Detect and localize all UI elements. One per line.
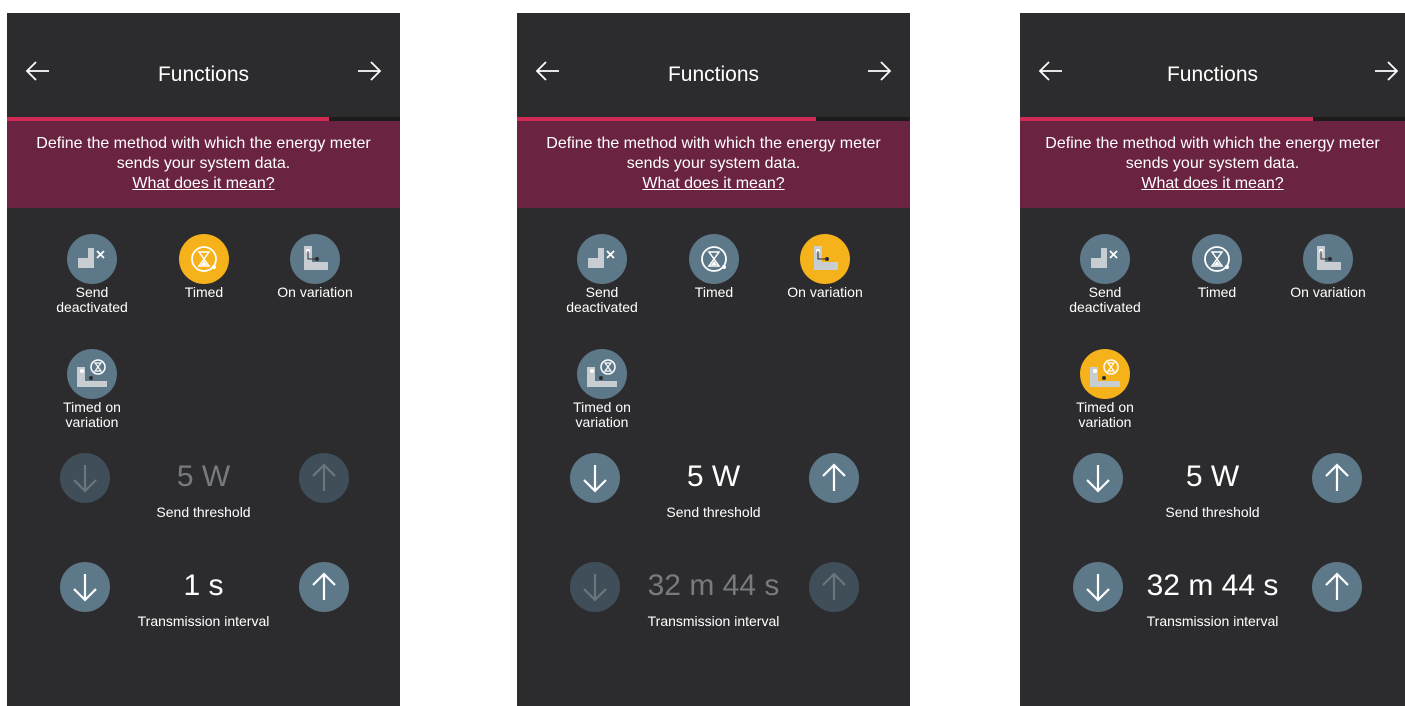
variation-step-icon xyxy=(290,234,340,284)
banner-text: Define the method with which the energy … xyxy=(546,135,881,172)
function-send-deactivated[interactable]: Send deactivated xyxy=(1050,234,1160,315)
timed-variation-icon xyxy=(1080,349,1130,399)
banner-text: Define the method with which the energy … xyxy=(1045,135,1380,172)
variation-step-icon xyxy=(800,234,850,284)
function-timed-on-variation[interactable]: Timed on variation xyxy=(547,349,657,430)
screen-timed: Functions Define the method with which t… xyxy=(7,13,400,706)
function-label: On variation xyxy=(277,284,353,300)
function-label: Timed on variation xyxy=(63,399,121,430)
threshold-label: Send threshold xyxy=(666,504,761,520)
threshold-increase-button[interactable] xyxy=(809,453,859,503)
what-does-it-mean-link[interactable]: What does it mean? xyxy=(642,175,784,192)
interval-label: Transmission interval xyxy=(137,613,270,629)
top-bar: Functions xyxy=(517,13,910,118)
function-label: Timed xyxy=(184,284,224,300)
info-banner: Define the method with which the energy … xyxy=(517,121,910,208)
interval-increase-button[interactable] xyxy=(299,562,349,612)
function-label: Timed on variation xyxy=(573,399,631,430)
timed-variation-icon xyxy=(577,349,627,399)
function-label: Send deactivated xyxy=(1069,284,1141,315)
function-timed[interactable]: Timed xyxy=(149,234,259,300)
function-label: Timed xyxy=(1197,284,1237,300)
function-timed-on-variation[interactable]: Timed on variation xyxy=(37,349,147,430)
page-title: Functions xyxy=(157,63,250,86)
function-send-deactivated[interactable]: Send deactivated xyxy=(37,234,147,315)
function-timed[interactable]: Timed xyxy=(659,234,769,300)
send-deactivated-icon xyxy=(577,234,627,284)
interval-label: Transmission interval xyxy=(647,613,780,629)
function-label: On variation xyxy=(1290,284,1366,300)
threshold-label: Send threshold xyxy=(1165,504,1260,520)
threshold-label: Send threshold xyxy=(156,504,251,520)
send-deactivated-icon xyxy=(67,234,117,284)
function-label: Timed on variation xyxy=(1076,399,1134,430)
function-timed[interactable]: Timed xyxy=(1162,234,1272,300)
banner-text: Define the method with which the energy … xyxy=(36,135,371,172)
interval-increase-button[interactable] xyxy=(809,562,859,612)
forward-arrow-icon[interactable] xyxy=(356,58,382,84)
transmission-interval-stepper: 1 s Transmission interval xyxy=(7,562,400,652)
hourglass-timer-icon xyxy=(689,234,739,284)
threshold-increase-button[interactable] xyxy=(299,453,349,503)
threshold-increase-button[interactable] xyxy=(1312,453,1362,503)
info-banner: Define the method with which the energy … xyxy=(7,121,400,208)
timed-variation-icon xyxy=(67,349,117,399)
forward-arrow-icon[interactable] xyxy=(866,58,892,84)
transmission-interval-stepper: 32 m 44 s Transmission interval xyxy=(517,562,910,652)
send-threshold-stepper: 5 W Send threshold xyxy=(7,453,400,543)
variation-step-icon xyxy=(1303,234,1353,284)
function-on-variation[interactable]: On variation xyxy=(260,234,370,300)
hourglass-timer-icon xyxy=(179,234,229,284)
function-timed-on-variation[interactable]: Timed on variation xyxy=(1050,349,1160,430)
function-label: Send deactivated xyxy=(56,284,128,315)
hourglass-timer-icon xyxy=(1192,234,1242,284)
top-bar: Functions xyxy=(7,13,400,118)
interval-label: Transmission interval xyxy=(1146,613,1279,629)
function-on-variation[interactable]: On variation xyxy=(1273,234,1383,300)
function-on-variation[interactable]: On variation xyxy=(770,234,880,300)
top-bar: Functions xyxy=(1020,13,1405,118)
function-label: Timed xyxy=(694,284,734,300)
screen-on-variation: Functions Define the method with which t… xyxy=(517,13,910,706)
send-threshold-stepper: 5 W Send threshold xyxy=(1020,453,1405,543)
function-label: Send deactivated xyxy=(566,284,638,315)
page-title: Functions xyxy=(667,63,760,86)
page-title: Functions xyxy=(1166,63,1259,86)
function-send-deactivated[interactable]: Send deactivated xyxy=(547,234,657,315)
screen-timed-on-variation: Functions Define the method with which t… xyxy=(1020,13,1405,706)
what-does-it-mean-link[interactable]: What does it mean? xyxy=(132,175,274,192)
send-deactivated-icon xyxy=(1080,234,1130,284)
transmission-interval-stepper: 32 m 44 s Transmission interval xyxy=(1020,562,1405,652)
forward-arrow-icon[interactable] xyxy=(1373,58,1399,84)
send-threshold-stepper: 5 W Send threshold xyxy=(517,453,910,543)
function-label: On variation xyxy=(787,284,863,300)
info-banner: Define the method with which the energy … xyxy=(1020,121,1405,208)
interval-increase-button[interactable] xyxy=(1312,562,1362,612)
what-does-it-mean-link[interactable]: What does it mean? xyxy=(1141,175,1283,192)
